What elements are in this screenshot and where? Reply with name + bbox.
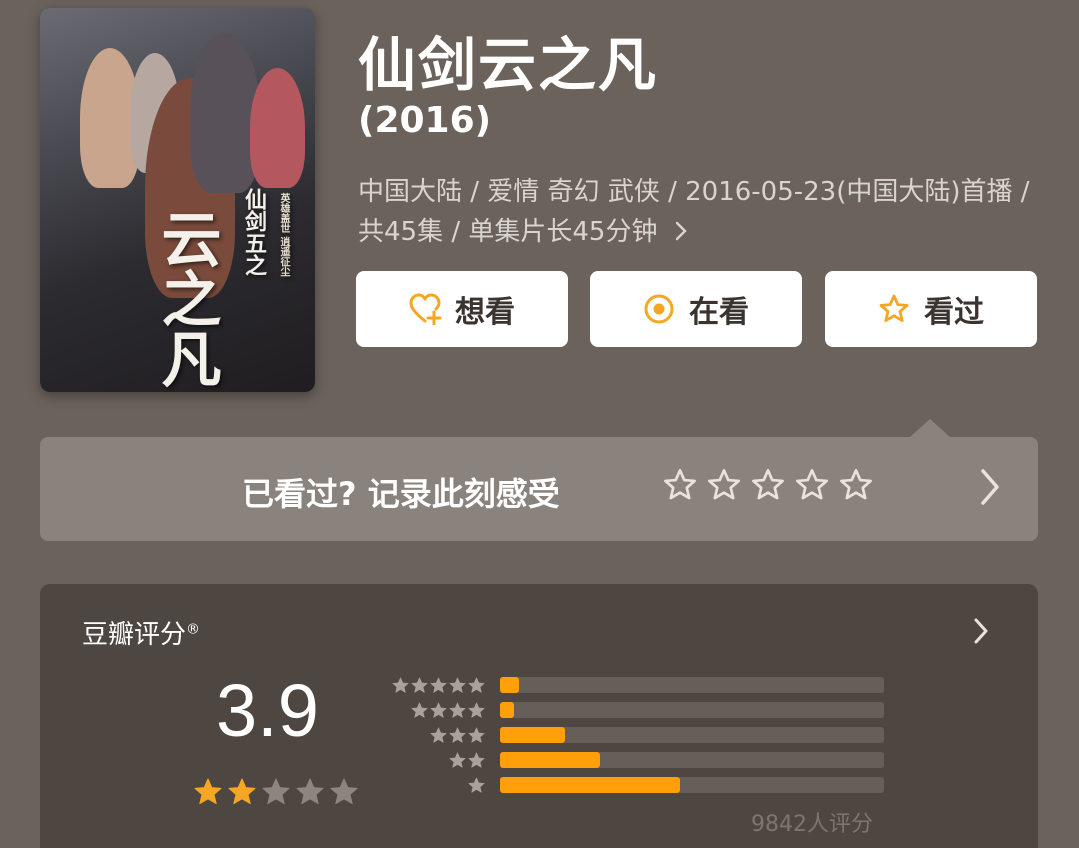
rate-star-1-icon[interactable] [662, 467, 698, 503]
rate-star-5-icon[interactable] [838, 467, 874, 503]
distribution-track [500, 752, 884, 768]
star-filled-icon [228, 778, 256, 805]
small-star-icon [468, 727, 485, 743]
small-star-icon [449, 752, 466, 768]
want-to-watch-label: 想看 [455, 295, 515, 330]
chevron-right-icon[interactable] [972, 616, 990, 650]
distribution-track [500, 702, 884, 718]
star-empty-icon [330, 778, 358, 805]
small-star-icon [468, 777, 485, 793]
distribution-row-1-star [390, 774, 890, 799]
distribution-stars-label [448, 751, 486, 770]
small-star-icon [430, 727, 447, 743]
distribution-bar-2-star [500, 752, 600, 768]
watched-label: 看过 [924, 295, 984, 330]
small-star-icon [430, 677, 447, 693]
star-filled-icon [194, 778, 222, 805]
poster-calligraphy-series: 仙剑五之 [241, 188, 267, 276]
watched-button[interactable]: 看过 [825, 271, 1037, 347]
small-star-icon [468, 677, 485, 693]
rate-star-2-icon[interactable] [706, 467, 742, 503]
star-outline-icon [878, 293, 910, 325]
rating-distribution [390, 674, 890, 799]
poster-image[interactable]: 仙剑五之 英雄盖世 逍遥征尘 云之凡 [40, 8, 315, 392]
small-star-icon [449, 727, 466, 743]
small-star-icon [449, 677, 466, 693]
rating-title: 豆瓣评分® [82, 614, 200, 651]
rate-star-3-icon[interactable] [750, 467, 786, 503]
registered-mark: ® [186, 621, 201, 638]
distribution-row-3-star [390, 724, 890, 749]
distribution-bar-1-star [500, 777, 681, 793]
rate-star-4-icon[interactable] [794, 467, 830, 503]
distribution-bar-3-star [500, 727, 566, 743]
distribution-bar-5-star [500, 677, 520, 693]
poster-calligraphy-tagline: 英雄盖世 逍遥征尘 [278, 193, 289, 277]
rating-count: 9842人评分 [751, 812, 873, 837]
star-empty-icon [262, 778, 290, 805]
distribution-track [500, 727, 884, 743]
distribution-bar-4-star [500, 702, 514, 718]
release-year: (2016) [358, 100, 492, 141]
rating-score: 3.9 [216, 669, 319, 752]
record-feeling-label: 已看过? 记录此刻感受 [242, 475, 560, 513]
pointer-notch [910, 419, 950, 437]
chevron-right-icon [665, 217, 687, 247]
small-star-icon [430, 702, 447, 718]
poster-calligraphy-main: 云之凡 [151, 208, 221, 388]
distribution-stars-label [410, 701, 486, 720]
small-star-icon [411, 702, 428, 718]
small-star-icon [468, 702, 485, 718]
rating-title-text: 豆瓣评分 [82, 620, 187, 650]
chevron-right-icon[interactable] [978, 465, 1002, 513]
meta-info-text: 中国大陆 / 爱情 奇幻 武侠 / 2016-05-23(中国大陆)首播 / 共… [358, 177, 1030, 247]
want-to-watch-button[interactable]: 想看 [356, 271, 568, 347]
record-feeling-bar[interactable]: 已看过? 记录此刻感受 [40, 419, 1038, 541]
score-stars [192, 776, 360, 808]
poster-figure [250, 68, 305, 188]
small-star-icon [449, 702, 466, 718]
distribution-row-2-star [390, 749, 890, 774]
target-icon [643, 293, 675, 325]
distribution-track [500, 777, 884, 793]
distribution-stars-label [391, 676, 486, 695]
distribution-row-5-star [390, 674, 890, 699]
rate-stars-group[interactable] [662, 467, 874, 503]
small-star-icon [392, 677, 409, 693]
small-star-icon [411, 677, 428, 693]
distribution-track [500, 677, 884, 693]
distribution-stars-label [429, 726, 486, 745]
page-title: 仙剑云之凡 [358, 31, 659, 99]
star-empty-icon [296, 778, 324, 805]
distribution-stars-label [467, 776, 486, 795]
heart-plus-icon [409, 293, 442, 326]
douban-rating-card[interactable]: 豆瓣评分® 3.9 9842人评分 [40, 584, 1038, 848]
distribution-row-4-star [390, 699, 890, 724]
meta-info-link[interactable]: 中国大陆 / 爱情 奇幻 武侠 / 2016-05-23(中国大陆)首播 / 共… [358, 172, 1038, 252]
watching-label: 在看 [689, 295, 749, 330]
watching-button[interactable]: 在看 [590, 271, 802, 347]
poster-figure [190, 33, 260, 193]
small-star-icon [468, 752, 485, 768]
